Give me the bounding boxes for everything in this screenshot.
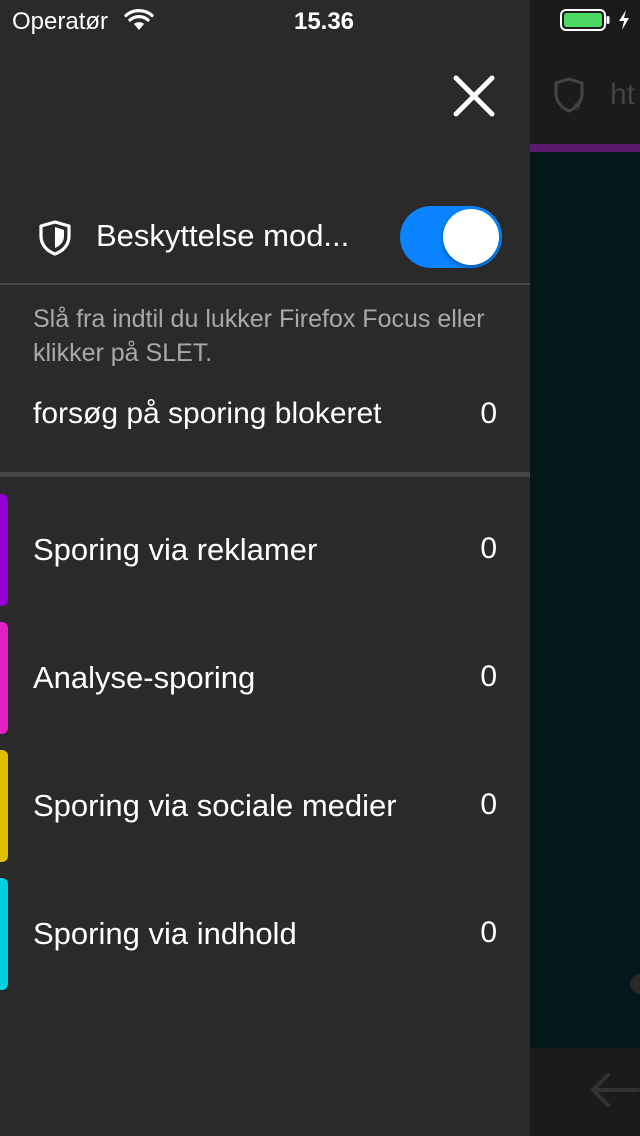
tracker-count: 0: [480, 916, 497, 949]
tracking-protection-panel: Beskyttelse mod... Slå fra indtil du luk…: [0, 0, 530, 1136]
tracker-color-bar: [0, 494, 8, 606]
section-divider: [0, 472, 530, 477]
tracker-count: 0: [480, 788, 497, 821]
url-text[interactable]: ht: [610, 78, 635, 112]
tracker-label: Sporing via indhold: [33, 916, 297, 951]
tracker-row-social: Sporing via sociale medier 0: [0, 750, 530, 862]
status-bar: Operatør 15.36: [0, 0, 640, 40]
close-icon[interactable]: [448, 70, 500, 122]
protection-toggle-row: Beskyttelse mod...: [0, 190, 530, 284]
web-content: [530, 152, 640, 1048]
blocked-count: 0: [480, 397, 497, 430]
tracker-label: Sporing via sociale medier: [33, 788, 397, 823]
tracker-label: Sporing via reklamer: [33, 532, 318, 567]
protection-description: Slå fra indtil du lukker Firefox Focus e…: [33, 305, 485, 367]
tracker-row-content: Sporing via indhold 0: [0, 878, 530, 990]
toggle-knob: [443, 209, 499, 265]
shield-icon: [39, 220, 71, 256]
tracking-shield-icon[interactable]: 0: [552, 76, 586, 114]
charging-bolt-icon: [619, 10, 629, 30]
protection-toggle[interactable]: [400, 206, 502, 268]
blocked-label: forsøg på sporing blokeret: [33, 397, 382, 430]
divider: [0, 283, 530, 285]
shield-count: 0: [574, 101, 580, 113]
clock: 15.36: [293, 8, 355, 35]
tracker-color-bar: [0, 622, 8, 734]
tracker-row-analytics: Analyse-sporing 0: [0, 622, 530, 734]
tracker-color-bar: [0, 750, 8, 862]
progress-bar: [530, 144, 640, 152]
protection-label: Beskyttelse mod...: [96, 218, 350, 253]
battery-icon: [560, 9, 610, 31]
background-browser: 0 ht: [530, 0, 640, 1136]
blocked-summary-row: forsøg på sporing blokeret 0: [0, 392, 530, 442]
tracker-count: 0: [480, 532, 497, 565]
tracker-label: Analyse-sporing: [33, 660, 256, 695]
tracker-color-bar: [0, 878, 8, 990]
tracker-row-ads: Sporing via reklamer 0: [0, 494, 530, 606]
back-arrow-icon[interactable]: [588, 1070, 640, 1110]
tracker-count: 0: [480, 660, 497, 693]
